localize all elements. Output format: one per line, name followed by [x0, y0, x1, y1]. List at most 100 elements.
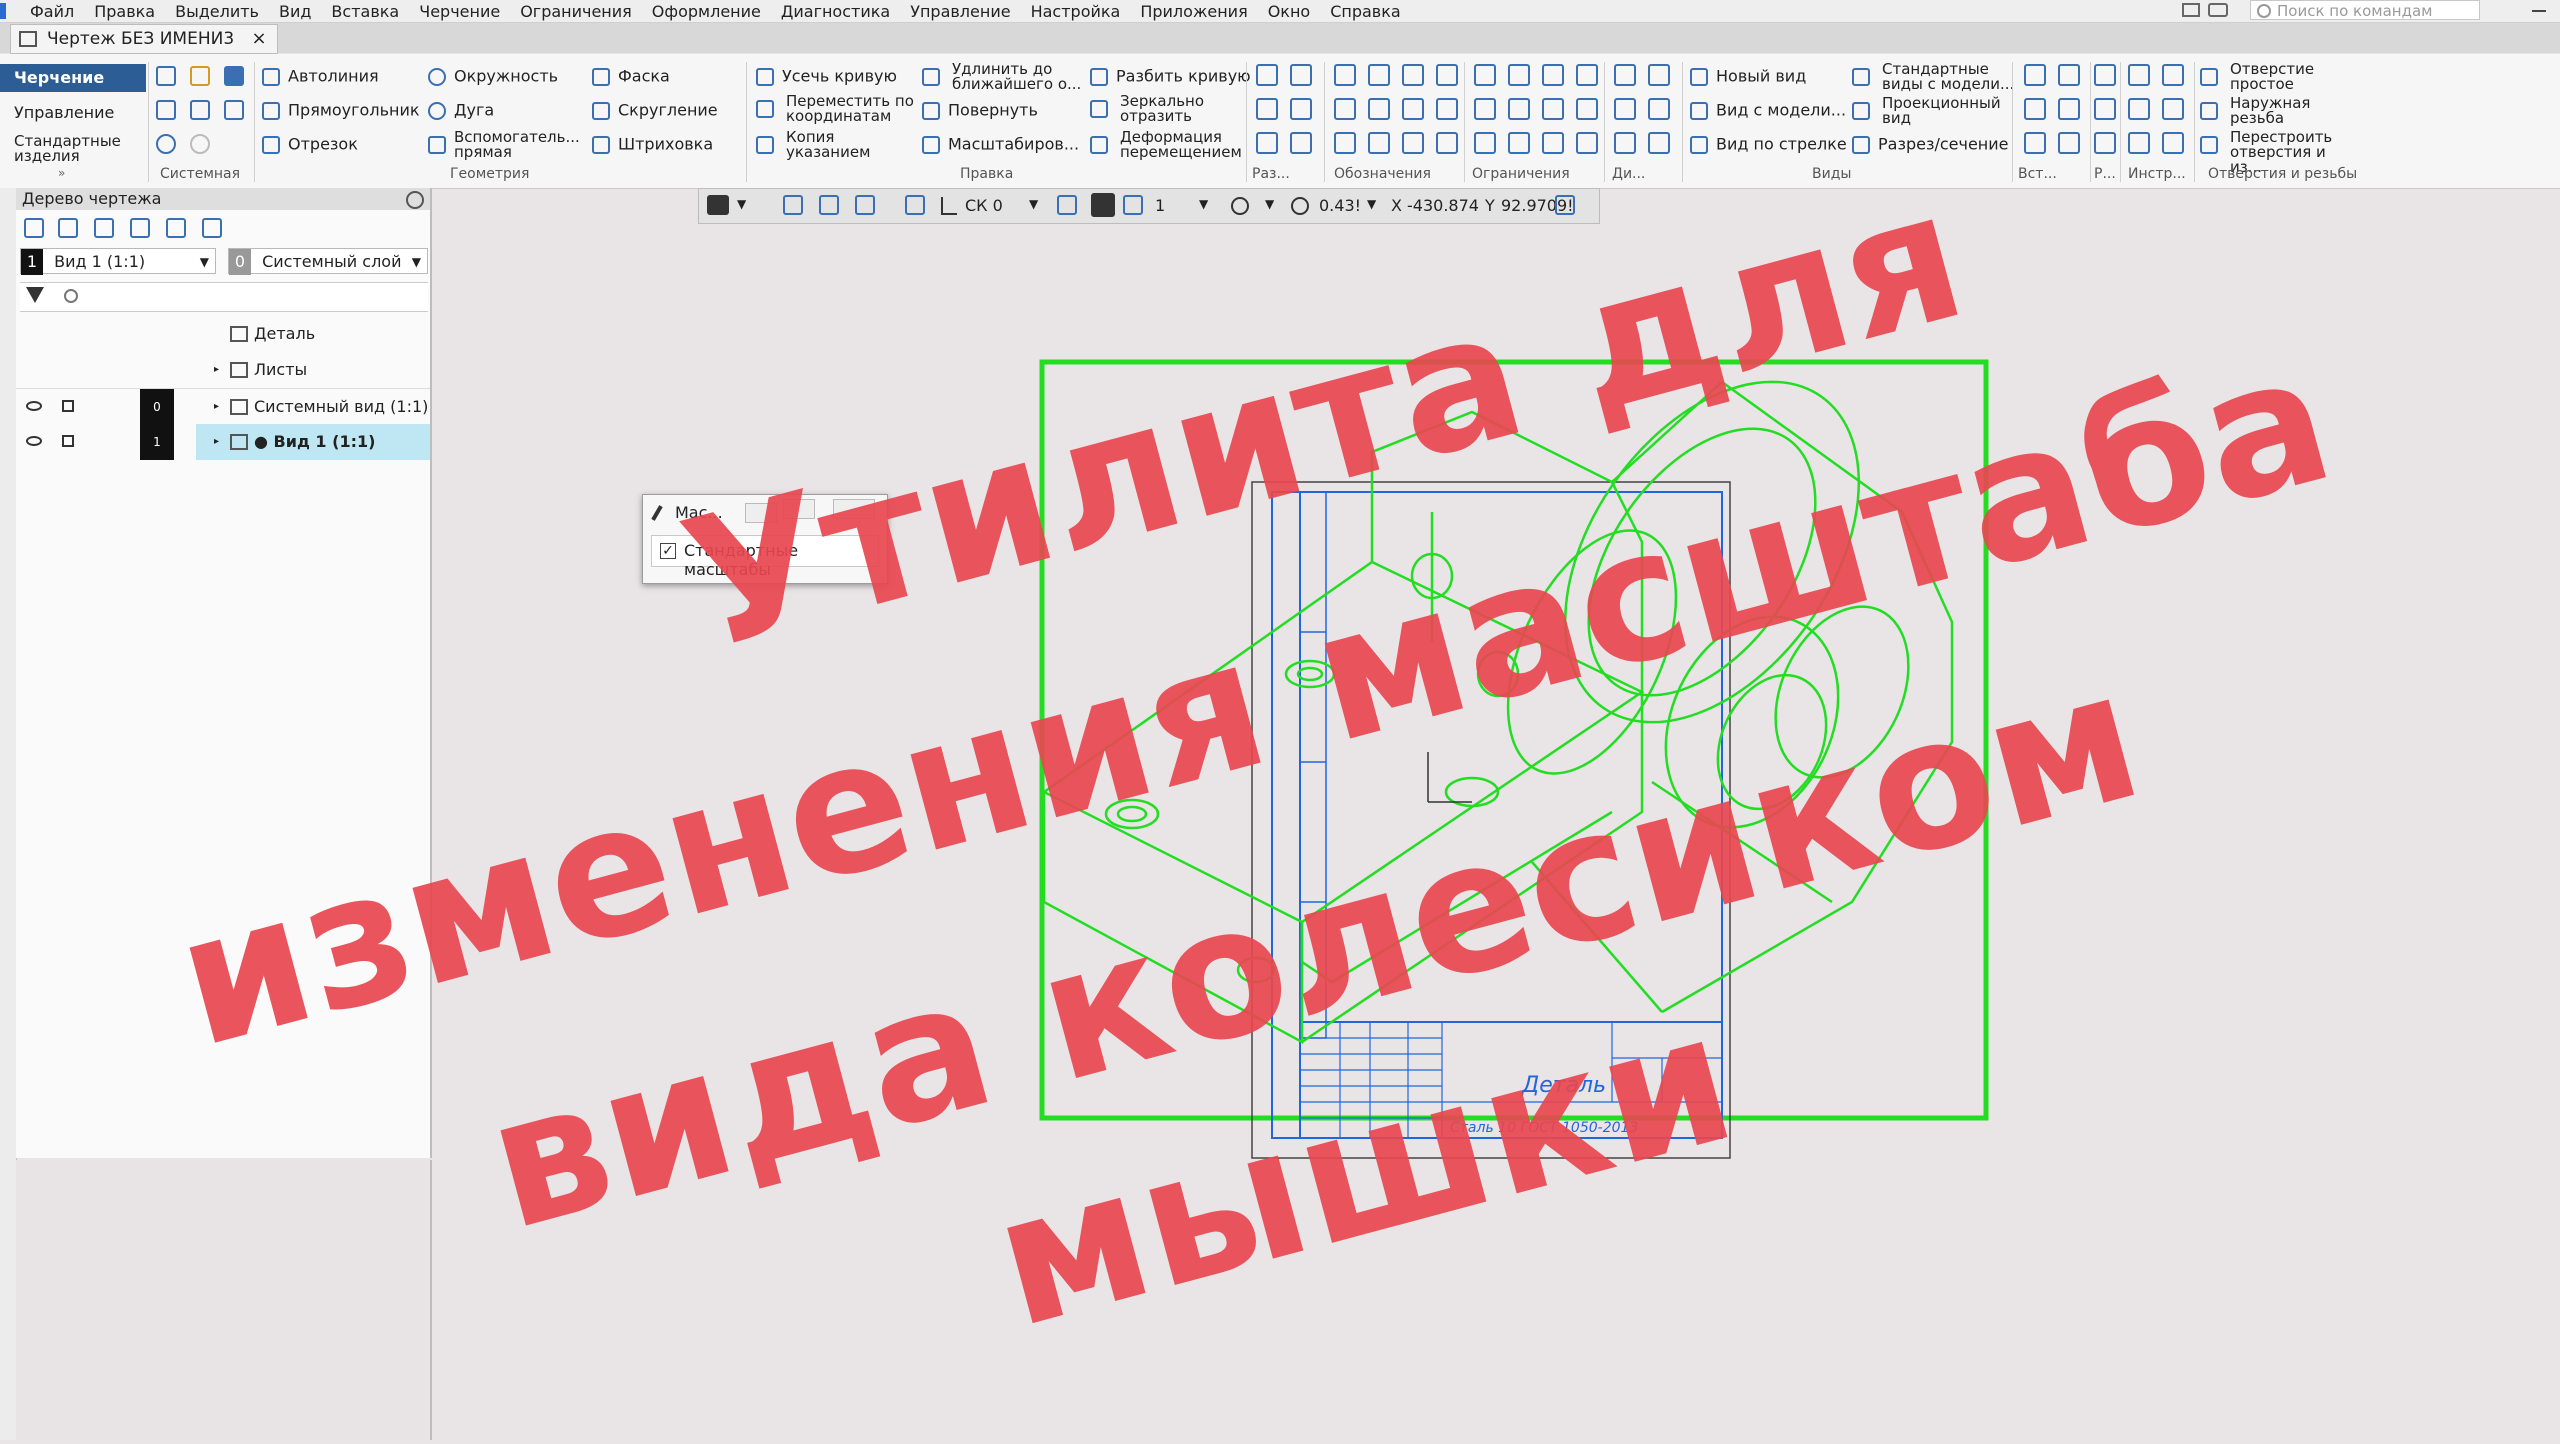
ribbon-tool-icon[interactable]: [1508, 98, 1530, 120]
ribbon-tab-drawing[interactable]: Черчение: [0, 64, 146, 92]
eye-icon[interactable]: [26, 436, 42, 446]
preview-icon[interactable]: [190, 100, 210, 120]
save-icon[interactable]: [224, 66, 244, 86]
ribbon-tool-icon[interactable]: [2094, 132, 2116, 154]
aux-line-button[interactable]: Вспомогатель... прямая: [428, 130, 580, 160]
ribbon-tool-icon[interactable]: [1334, 132, 1356, 154]
menu-constraints[interactable]: Ограничения: [510, 2, 642, 21]
menu-design[interactable]: Оформление: [642, 2, 771, 21]
chevron-down-icon[interactable]: ▼: [1199, 197, 1208, 211]
ribbon-tool-icon[interactable]: [2162, 64, 2184, 86]
close-icon[interactable]: [833, 499, 875, 519]
ribbon-tool-icon[interactable]: [1256, 132, 1278, 154]
ribbon-tab-std-parts[interactable]: Стандартные изделия: [0, 134, 130, 164]
tree-tool-icon[interactable]: [130, 218, 150, 238]
ribbon-tool-icon[interactable]: [1436, 98, 1458, 120]
ribbon-tool-icon[interactable]: [1542, 132, 1564, 154]
ortho-icon[interactable]: [1057, 195, 1077, 215]
fillet-button[interactable]: Скругление: [592, 102, 718, 120]
ribbon-tool-icon[interactable]: [1614, 64, 1636, 86]
ribbon-tool-icon[interactable]: [1648, 132, 1670, 154]
snap-icon[interactable]: [819, 195, 839, 215]
ribbon-tool-icon[interactable]: [1368, 64, 1390, 86]
tree-tool-icon[interactable]: [24, 218, 44, 238]
deform-button[interactable]: Деформация перемещением: [1090, 130, 1242, 160]
section-button[interactable]: Разрез/сечение: [1852, 136, 2009, 154]
trim-curve-button[interactable]: Усечь кривую: [756, 68, 897, 86]
ribbon-tool-icon[interactable]: [2024, 98, 2046, 120]
ribbon-tool-icon[interactable]: [1576, 64, 1598, 86]
ribbon-tool-icon[interactable]: [1368, 98, 1390, 120]
view-select[interactable]: 1 Вид 1 (1:1) ▼: [20, 248, 216, 275]
new-view-button[interactable]: Новый вид: [1690, 68, 1806, 86]
tree-filter-bar[interactable]: [20, 282, 428, 312]
ribbon-tool-icon[interactable]: [2162, 98, 2184, 120]
close-tab-icon[interactable]: ×: [252, 28, 267, 49]
ribbon-tool-icon[interactable]: [1648, 64, 1670, 86]
ribbon-tool-icon[interactable]: [1334, 64, 1356, 86]
ribbon-tool-icon[interactable]: [1576, 98, 1598, 120]
grid-icon[interactable]: [905, 195, 925, 215]
ribbon-tool-icon[interactable]: [2128, 98, 2150, 120]
ribbon-tool-icon[interactable]: [1542, 98, 1564, 120]
menu-insert[interactable]: Вставка: [321, 2, 409, 21]
calculator-icon[interactable]: [1555, 195, 1575, 215]
document-tab[interactable]: Чертеж БЕЗ ИМЕНИ3 ×: [10, 24, 278, 54]
menu-view[interactable]: Вид: [269, 2, 321, 21]
ribbon-tool-icon[interactable]: [1290, 64, 1312, 86]
ribbon-tool-icon[interactable]: [2058, 98, 2080, 120]
ribbon-tool-icon[interactable]: [1474, 64, 1496, 86]
tree-item-part[interactable]: Деталь: [16, 316, 430, 352]
redo-icon[interactable]: [190, 134, 210, 154]
menu-edit[interactable]: Правка: [84, 2, 165, 21]
step-icon[interactable]: [1123, 195, 1143, 215]
ribbon-tool-icon[interactable]: [1648, 98, 1670, 120]
std-views-button[interactable]: Стандартные виды с модели...: [1852, 62, 2022, 92]
tree-item-system-view[interactable]: 0 ▸ Системный вид (1:1): [16, 388, 430, 425]
eye-icon[interactable]: [26, 401, 42, 411]
tree-tool-icon[interactable]: [202, 218, 222, 238]
menu-apps[interactable]: Приложения: [1130, 2, 1257, 21]
ribbon-tab-manage[interactable]: Управление: [0, 104, 146, 122]
ribbon-tool-icon[interactable]: [2024, 132, 2046, 154]
copy-pointer-button[interactable]: Копия указанием: [756, 130, 886, 160]
ribbon-tool-icon[interactable]: [1334, 98, 1356, 120]
arrow-view-button[interactable]: Вид по стрелке: [1690, 136, 1847, 154]
segment-button[interactable]: Отрезок: [262, 136, 358, 154]
menu-drawing[interactable]: Черчение: [409, 2, 510, 21]
tree-tool-icon[interactable]: [166, 218, 186, 238]
undo-icon[interactable]: [156, 134, 176, 154]
view-from-model-button[interactable]: Вид с модели...: [1690, 102, 1846, 120]
ribbon-tool-icon[interactable]: [2024, 64, 2046, 86]
expand-arrow-icon[interactable]: ▸: [214, 389, 219, 425]
standard-scales-checkbox[interactable]: ✓: [660, 543, 676, 559]
ribbon-tool-icon[interactable]: [1508, 132, 1530, 154]
ribbon-tool-icon[interactable]: [1402, 98, 1424, 120]
ribbon-tool-icon[interactable]: [1474, 98, 1496, 120]
tree-tool-icon[interactable]: [94, 218, 114, 238]
ribbon-tool-icon[interactable]: [1290, 98, 1312, 120]
maximize-icon[interactable]: [783, 499, 815, 519]
menu-diagnostics[interactable]: Диагностика: [771, 2, 900, 21]
ribbon-tool-icon[interactable]: [1256, 98, 1278, 120]
ribbon-tool-icon[interactable]: [1256, 64, 1278, 86]
command-search-input[interactable]: Поиск по командам (Alt+/): [2250, 0, 2480, 40]
filter-icon[interactable]: [26, 287, 44, 303]
snap-icon[interactable]: [855, 195, 875, 215]
chamfer-button[interactable]: Фаска: [592, 68, 670, 86]
ribbon-tool-icon[interactable]: [2128, 132, 2150, 154]
pencil-icon[interactable]: [707, 195, 729, 215]
ribbon-tool-icon[interactable]: [2058, 132, 2080, 154]
menu-settings[interactable]: Настройка: [1021, 2, 1131, 21]
print-icon[interactable]: [156, 100, 176, 120]
ribbon-tool-icon[interactable]: [2128, 64, 2150, 86]
new-doc-icon[interactable]: [156, 66, 176, 86]
minimize-icon[interactable]: [2532, 10, 2546, 12]
chevron-down-icon[interactable]: ▼: [1029, 197, 1038, 211]
ribbon-tool-icon[interactable]: [1474, 132, 1496, 154]
ribbon-tool-icon[interactable]: [1402, 64, 1424, 86]
save-as-icon[interactable]: [224, 100, 244, 120]
drawing-canvas[interactable]: Деталь Сталь 10 ГОСТ 1050-2013: [432, 222, 2560, 1440]
ribbon-tool-icon[interactable]: [1508, 64, 1530, 86]
layer-select[interactable]: 0 Системный слой ▼: [228, 248, 428, 275]
